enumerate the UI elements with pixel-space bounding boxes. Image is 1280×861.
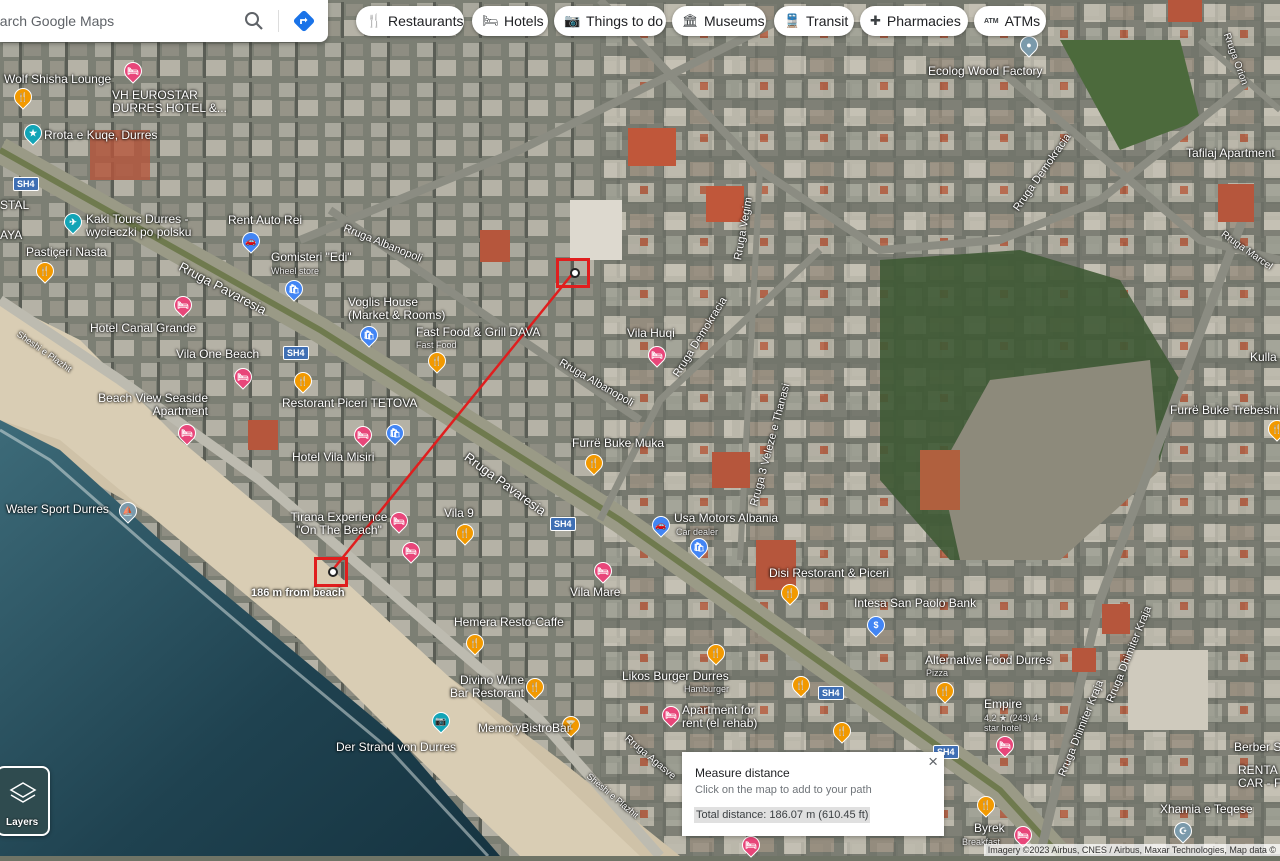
place-sublabel: Pizza — [926, 668, 949, 678]
measure-point-icon[interactable] — [570, 268, 580, 278]
chip-label: Museums — [704, 13, 765, 29]
place-label[interactable]: Likos Burger Durres — [622, 670, 729, 683]
place-label[interactable]: VH EUROSTAR DURRES HOTEL &... — [112, 89, 230, 115]
place-label[interactable]: Empire — [984, 698, 1022, 711]
place-label[interactable]: Pastiçeri Nasta — [26, 246, 107, 259]
place-label[interactable]: Vila One Beach — [176, 348, 259, 361]
place-sublabel: Wheel store — [271, 266, 320, 276]
place-label[interactable]: Apartment for rent (el rehab) — [682, 704, 768, 730]
museum-icon: 🏛 — [682, 13, 699, 28]
chip-label: Transit — [806, 13, 849, 29]
place-label[interactable]: Tirana Experience "On The Beach" — [284, 511, 394, 537]
place-label[interactable]: Beach View Seaside Apartment — [96, 392, 208, 418]
measure-start-marker[interactable] — [556, 258, 590, 288]
fork-knife-icon: 🍴 — [366, 13, 383, 28]
place-label[interactable]: MemoryBistroBar — [478, 722, 571, 735]
bed-icon: 🛏 — [482, 13, 499, 28]
place-label[interactable]: Intesa San Paolo Bank — [854, 597, 976, 610]
place-label[interactable]: Restorant Piceri TETOVA — [282, 397, 417, 410]
search-icon[interactable] — [244, 11, 264, 31]
place-label[interactable]: Der Strand von Durres — [336, 741, 456, 754]
place-label[interactable]: Wolf Shisha Lounge — [4, 73, 111, 86]
close-icon[interactable]: × — [928, 752, 938, 772]
chip-label: ATMs — [1004, 13, 1041, 29]
place-label[interactable]: Usa Motors Albania — [674, 512, 778, 525]
place-label[interactable]: Hotel Canal Grande — [90, 322, 196, 335]
route-shield: SH4 — [818, 686, 844, 700]
place-label[interactable]: Rent Auto Rei — [228, 214, 302, 227]
search-input[interactable] — [0, 0, 232, 42]
camera-icon: 📷 — [564, 13, 581, 28]
chip-label: Hotels — [504, 13, 544, 29]
search-box — [0, 0, 328, 42]
route-shield: SH4 — [550, 517, 576, 531]
layers-icon — [9, 782, 37, 803]
place-label[interactable]: Disi Restorant & Piceri — [769, 567, 889, 580]
place-label[interactable]: RENTA CAR - F — [1238, 764, 1280, 790]
measure-end-marker[interactable] — [314, 557, 348, 587]
atm-icon: ATM — [984, 17, 999, 25]
place-sublabel: Hamburger — [684, 684, 730, 694]
place-label[interactable]: Vila 9 — [444, 507, 474, 520]
place-label[interactable]: Tafilaj Apartment — [1186, 147, 1275, 160]
chip-atms[interactable]: ATM ATMs — [974, 6, 1046, 36]
measure-point-icon[interactable] — [328, 567, 338, 577]
route-shield: SH4 — [13, 177, 39, 191]
place-label[interactable]: Furrë Buke Muka — [572, 437, 664, 450]
place-label[interactable]: Hemera Resto-Caffe — [454, 616, 564, 629]
place-label[interactable]: Ecolog Wood Factory — [928, 65, 1043, 78]
place-label[interactable]: STAL — [0, 199, 29, 212]
chip-label: Things to do — [586, 13, 664, 29]
place-label[interactable]: Voglis House (Market & Rooms) — [348, 296, 458, 322]
chip-pharmacies[interactable]: ✚ Pharmacies — [860, 6, 968, 36]
map-attribution: Imagery ©2023 Airbus, CNES / Airbus, Max… — [983, 844, 1280, 856]
place-label[interactable]: Furrë Buke Trebeshi — [1170, 404, 1279, 417]
layers-label: Layers — [6, 817, 39, 828]
chip-things-to-do[interactable]: 📷 Things to do — [554, 6, 666, 36]
route-shield: SH4 — [283, 346, 309, 360]
place-label[interactable]: Gomisteri "Edi" — [271, 251, 352, 264]
place-label[interactable]: Kaki Tours Durres - wycieczki po polsku — [86, 213, 204, 239]
chip-label: Restaurants — [388, 13, 464, 29]
measure-distance-panel: Measure distance Click on the map to add… — [682, 752, 944, 836]
pharmacy-icon: ✚ — [870, 13, 881, 28]
place-label[interactable]: Alternative Food Durres — [925, 654, 1052, 667]
place-sublabel: Car dealer — [676, 527, 719, 537]
place-label[interactable]: Water Sport Durres — [6, 503, 109, 516]
place-label[interactable]: Vila Huqi — [627, 327, 675, 340]
place-label[interactable]: Fast Food & Grill DAVA — [416, 326, 540, 339]
chip-transit[interactable]: 🚆 Transit — [774, 6, 854, 36]
measure-title: Measure distance — [695, 766, 790, 780]
place-label[interactable]: AYA — [0, 229, 22, 242]
train-icon: 🚆 — [784, 13, 801, 28]
place-label[interactable]: Hotel Vila Misiri — [292, 451, 374, 464]
measured-distance-label: 186 m from beach — [251, 587, 345, 599]
layers-button[interactable]: Layers — [0, 766, 50, 836]
chip-museums[interactable]: 🏛 Museums — [672, 6, 766, 36]
directions-icon[interactable] — [293, 10, 315, 32]
place-sublabel: Fast Food — [416, 340, 457, 350]
measure-hint: Click on the map to add to your path — [695, 784, 872, 796]
place-label[interactable]: Xhamia e Teqese — [1160, 803, 1253, 816]
place-label[interactable]: Rrota e Kuqe, Durres — [44, 129, 157, 142]
place-label[interactable]: Vila Mare — [570, 586, 620, 599]
chip-restaurants[interactable]: 🍴 Restaurants — [356, 6, 464, 36]
place-label[interactable]: Berber S — [1234, 741, 1280, 754]
total-distance: Total distance: 186.07 m (610.45 ft) — [694, 807, 871, 823]
search-divider — [278, 10, 279, 32]
place-label[interactable]: Divino Wine Bar Restorant — [440, 674, 524, 700]
chip-label: Pharmacies — [886, 13, 961, 29]
place-label[interactable]: Byrek — [974, 822, 1005, 835]
chip-hotels[interactable]: 🛏 Hotels — [472, 6, 548, 36]
place-label[interactable]: Kulla — [1250, 351, 1277, 364]
place-sublabel: 4.2 ★ (243) 4-star hotel — [984, 713, 1042, 733]
